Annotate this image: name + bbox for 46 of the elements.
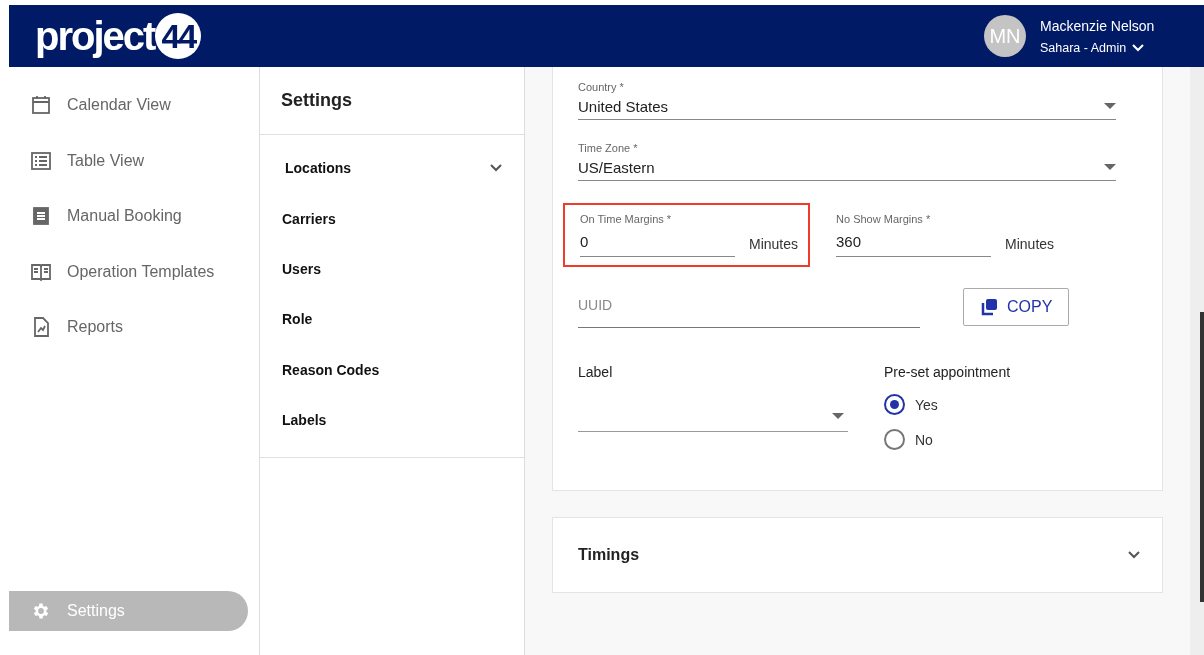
field-label: Pre-set appointment — [884, 364, 1011, 380]
copy-icon — [980, 297, 998, 316]
list-icon — [31, 150, 51, 171]
copy-button[interactable]: COPY — [963, 287, 1070, 326]
settings-menu-item[interactable]: Locations — [260, 143, 524, 194]
accordion-section[interactable]: Timings — [552, 517, 1163, 593]
chevron-icon — [1132, 43, 1145, 52]
radio-button[interactable] — [884, 429, 905, 450]
unit-label: Minutes — [1005, 236, 1055, 254]
sidebar-item[interactable]: Table View — [9, 140, 248, 181]
report-icon — [31, 317, 51, 338]
radio-button[interactable] — [884, 394, 905, 415]
logo: project 44 — [35, 13, 202, 59]
calendar-icon — [31, 95, 51, 115]
panel-title: Settings — [260, 67, 524, 135]
field-label: No Show Margins * — [836, 213, 932, 225]
field-label: Country * — [578, 81, 625, 93]
settings-menu-item[interactable]: Carriers — [260, 193, 524, 244]
sidebar-item[interactable]: Calendar View — [9, 85, 248, 125]
field-label: On Time Margins * — [580, 213, 673, 225]
receipt-icon — [31, 206, 51, 227]
sidebar-item[interactable]: Operation Templates — [9, 251, 248, 292]
select-field[interactable]: United States — [578, 93, 1116, 120]
book-icon — [31, 261, 51, 282]
select-field[interactable]: US/Eastern — [578, 154, 1116, 181]
input-field[interactable]: 360 — [836, 225, 992, 257]
caret-icon — [832, 412, 844, 419]
radio-option[interactable]: No — [884, 429, 1011, 450]
settings-menu-item[interactable]: Reason Codes — [260, 344, 524, 395]
sidebar-item[interactable]: Manual Booking — [9, 196, 248, 237]
settings-menu-item[interactable]: Labels — [260, 394, 524, 446]
input-field[interactable]: 0 — [580, 225, 735, 257]
unit-label: Minutes — [749, 236, 799, 254]
settings-menu-item[interactable]: Users — [260, 243, 524, 295]
section-title: Timings — [578, 546, 640, 564]
radio-option[interactable]: Yes — [884, 394, 1011, 415]
settings-icon — [31, 601, 51, 622]
field-label: Time Zone * — [578, 142, 639, 154]
scrollbar[interactable] — [1190, 67, 1204, 655]
user-name: Mackenzie Nelson — [1040, 17, 1155, 34]
settings-menu-item[interactable]: Role — [260, 294, 524, 345]
field-label: Label — [578, 364, 614, 380]
sidebar-item[interactable]: Reports — [9, 307, 248, 348]
caret-icon — [1104, 103, 1116, 109]
user-role-menu[interactable]: Sahara - Admin — [1040, 40, 1155, 55]
caret-icon — [1104, 164, 1116, 170]
